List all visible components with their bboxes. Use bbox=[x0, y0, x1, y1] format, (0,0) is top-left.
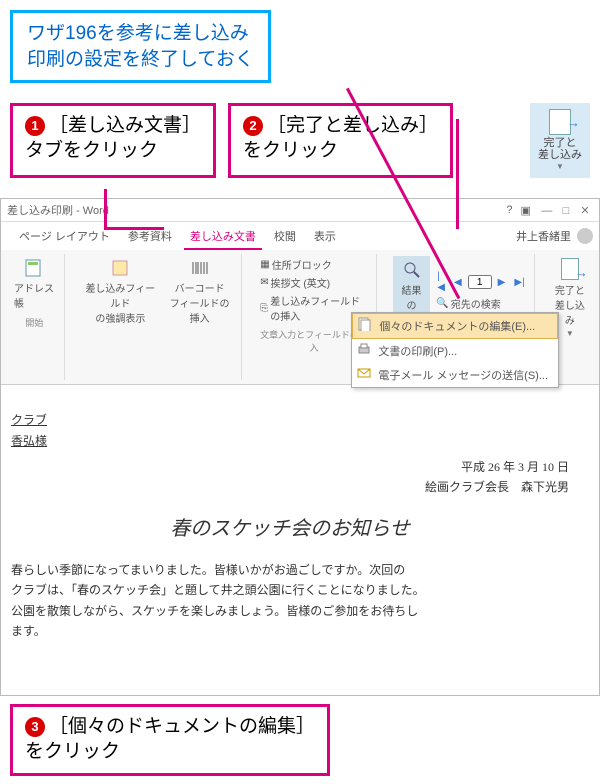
finish-merge-highlight[interactable]: 完了と 差し込み ▼ bbox=[530, 103, 590, 178]
tab-review[interactable]: 校閲 bbox=[268, 224, 302, 250]
recipient-line1: クラブ bbox=[11, 410, 569, 430]
menu-send-email[interactable]: 電子メール メッセージの送信(S)... bbox=[352, 363, 558, 387]
titlebar: 差し込み印刷 - Word ? ▣ — □ ✕ bbox=[1, 199, 599, 222]
next-record-button[interactable]: ▶ bbox=[495, 277, 509, 288]
doc-body-3: 公園を散策しながら、スケッチを楽しみましょう。皆様のご参加をお待ちし bbox=[11, 601, 569, 621]
user-name: 井上香緒里 bbox=[516, 228, 571, 244]
callout-2: 2［完了と差し込み］ をクリック bbox=[228, 103, 453, 178]
greeting-icon: ✉ bbox=[260, 277, 268, 288]
ribbon-toggle-icon[interactable]: ▣ bbox=[520, 204, 530, 217]
greeting-line-button[interactable]: ✉挨拶文 (英文) bbox=[258, 274, 369, 291]
edit-docs-icon bbox=[358, 317, 372, 331]
last-record-button[interactable]: ▶| bbox=[511, 277, 527, 288]
mail-icon bbox=[357, 366, 371, 380]
highlight-fields-button[interactable]: 差し込みフィールド の強調表示 bbox=[81, 256, 160, 327]
record-number-input[interactable] bbox=[468, 275, 492, 289]
doc-body-2: クラブは、「春のスケッチ会」と題して井之頭公園に行くことになりました。 bbox=[11, 580, 569, 600]
find-recipient-button[interactable]: 🔍宛先の検索 bbox=[434, 295, 527, 312]
recipient-line2: 香弘様 bbox=[11, 431, 569, 451]
hint-callout: ワザ196を参考に差し込み 印刷の設定を終了しておく bbox=[10, 10, 271, 83]
callout-1-num: 1 bbox=[25, 116, 45, 136]
document-arrow-icon-small bbox=[561, 258, 579, 280]
user-avatar-icon[interactable] bbox=[577, 228, 593, 244]
minimize-button[interactable]: — bbox=[539, 205, 555, 217]
word-window: 差し込み印刷 - Word ? ▣ — □ ✕ ページ レイアウト 参考資料 差… bbox=[0, 198, 600, 696]
tab-mailings[interactable]: 差し込み文書 bbox=[184, 224, 262, 250]
group-fields: 差し込みフィールド の強調表示 バーコード フィールドの挿入 bbox=[75, 254, 243, 380]
address-book-button[interactable]: アドレス帳 bbox=[11, 256, 58, 312]
dropdown-caret-icon: ▼ bbox=[556, 163, 564, 172]
address-block-button[interactable]: ▦住所ブロック bbox=[258, 256, 369, 273]
finish-merge-label: 完了と 差し込み bbox=[538, 137, 582, 161]
callout-3: 3［個々のドキュメントの編集］ をクリック bbox=[10, 704, 330, 775]
address-block-icon: ▦ bbox=[260, 259, 269, 270]
help-icon[interactable]: ? bbox=[506, 204, 512, 216]
menu-edit-individual-docs[interactable]: 個々のドキュメントの編集(E)... bbox=[352, 313, 558, 339]
callout-1: 1［差し込み文書］ タブをクリック bbox=[10, 103, 216, 178]
magnifier-icon bbox=[402, 260, 422, 280]
document-area[interactable]: クラブ 香弘様 平成 26 年 3 月 10 日 絵画クラブ会長 森下光男 春の… bbox=[1, 385, 599, 695]
doc-body-1: 春らしい季節になってまいりました。皆様いかがお過ごしですか。次回の bbox=[11, 560, 569, 580]
callout-3-text: ［個々のドキュメントの編集］ をクリック bbox=[25, 716, 315, 762]
address-book-icon bbox=[24, 258, 44, 278]
ribbon: アドレス帳 開始 差し込みフィールド の強調表示 バーコード フィールドの挿入 … bbox=[1, 250, 599, 385]
dropdown-caret-icon: ▼ bbox=[566, 329, 574, 338]
menu-print-documents[interactable]: 文書の印刷(P)... bbox=[352, 339, 558, 363]
ribbon-tabs: ページ レイアウト 参考資料 差し込み文書 校閲 表示 bbox=[7, 222, 348, 250]
barcode-field-button[interactable]: バーコード フィールドの挿入 bbox=[164, 256, 235, 327]
callout-2-text: ［完了と差し込み］ をクリック bbox=[243, 115, 438, 161]
doc-date: 平成 26 年 3 月 10 日 bbox=[11, 457, 569, 477]
printer-icon bbox=[357, 342, 371, 356]
callout-3-num: 3 bbox=[25, 717, 45, 737]
doc-body-4: ます。 bbox=[11, 621, 569, 641]
insert-field-icon: ⎘ bbox=[260, 303, 268, 314]
maximize-button[interactable]: □ bbox=[558, 205, 574, 217]
window-title: 差し込み印刷 - Word bbox=[7, 202, 109, 218]
barcode-icon bbox=[190, 258, 210, 278]
document-arrow-icon bbox=[549, 109, 571, 135]
highlight-icon bbox=[110, 258, 130, 278]
finish-merge-menu: 個々のドキュメントの編集(E)... 文書の印刷(P)... 電子メール メッセ… bbox=[351, 312, 559, 388]
close-button[interactable]: ✕ bbox=[577, 204, 593, 217]
callout-2-num: 2 bbox=[243, 116, 263, 136]
doc-from: 絵画クラブ会長 森下光男 bbox=[11, 477, 569, 497]
doc-title: 春のスケッチ会のお知らせ bbox=[11, 512, 569, 546]
group-start: アドレス帳 開始 bbox=[5, 254, 65, 380]
tab-view[interactable]: 表示 bbox=[308, 224, 342, 250]
callout-1-text: ［差し込み文書］ タブをクリック bbox=[25, 115, 201, 161]
callout-row: 1［差し込み文書］ タブをクリック 2［完了と差し込み］ をクリック 完了と 差… bbox=[10, 103, 590, 178]
group-start-label: 開始 bbox=[11, 316, 58, 329]
find-icon: 🔍 bbox=[436, 298, 448, 309]
hint-text: ワザ196を参考に差し込み 印刷の設定を終了しておく bbox=[27, 23, 254, 70]
tab-page-layout[interactable]: ページ レイアウト bbox=[13, 224, 116, 250]
